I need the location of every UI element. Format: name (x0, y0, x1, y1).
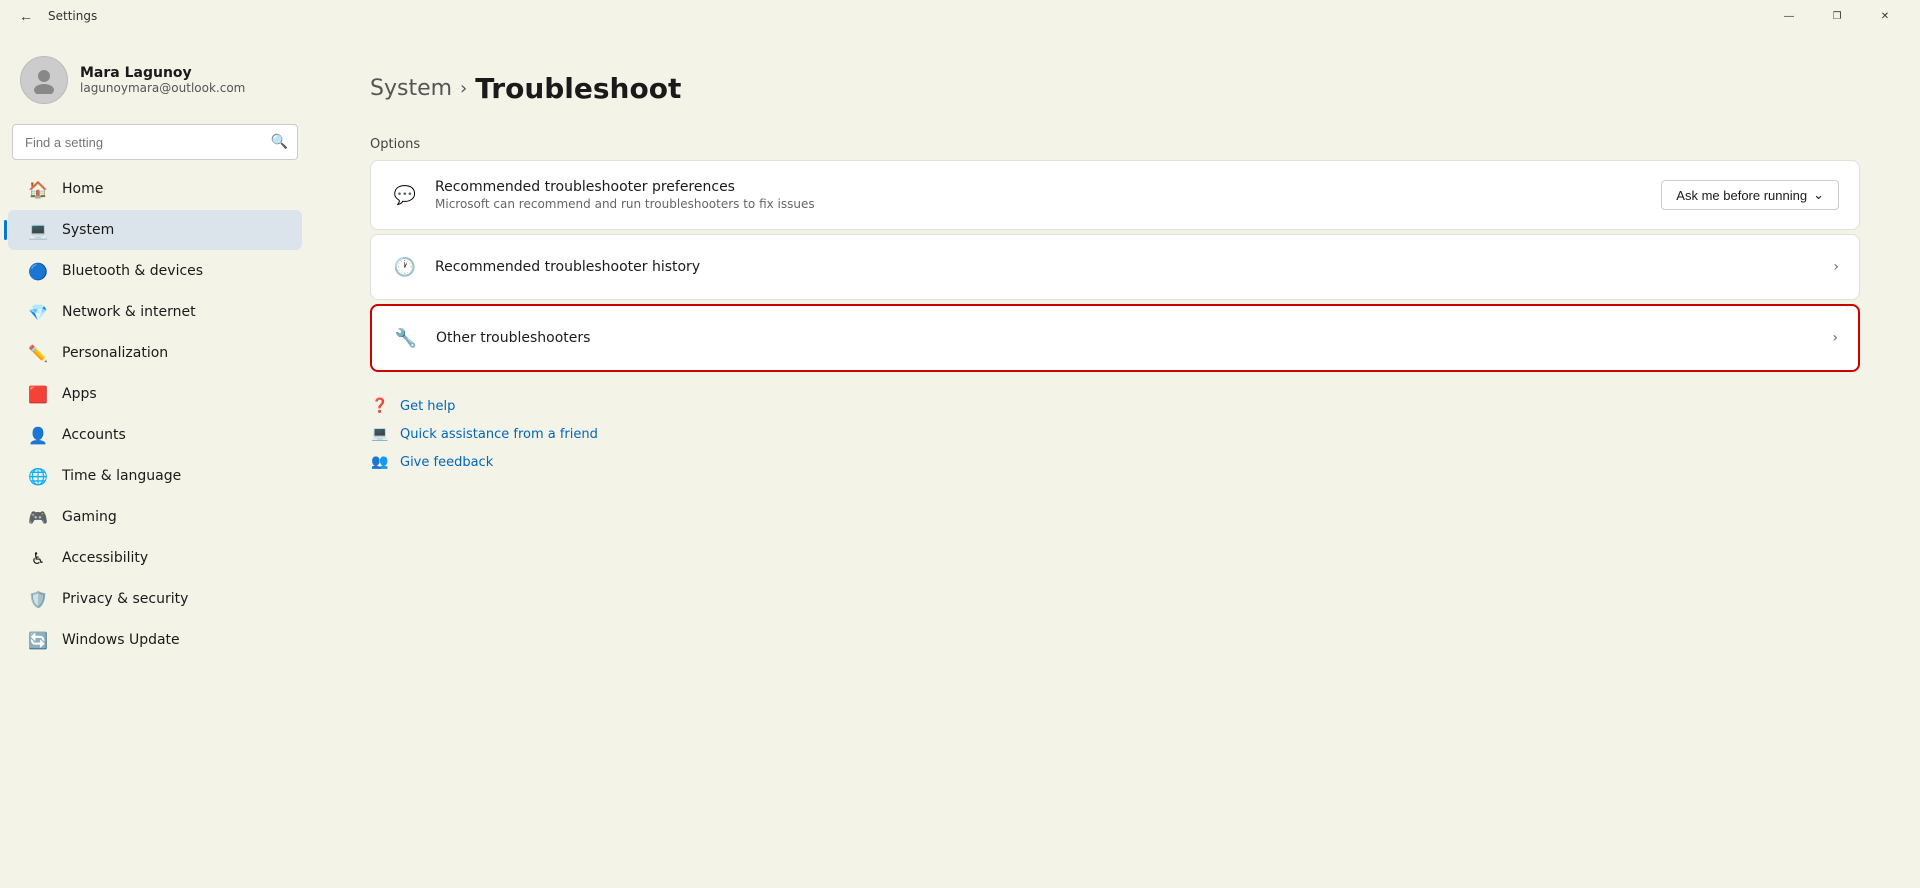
recommended-history-icon: 🕐 (391, 253, 419, 281)
section-label: Options (370, 137, 1860, 152)
option-card-recommended-prefs: 💬 Recommended troubleshooter preferences… (370, 160, 1860, 230)
breadcrumb-separator: › (460, 78, 467, 99)
help-link-quick-assistance[interactable]: 💻 Quick assistance from a friend (370, 424, 1860, 444)
get-help-icon: ❓ (370, 396, 390, 416)
minimize-button[interactable]: — (1766, 0, 1812, 32)
accounts-icon: 👤 (28, 425, 48, 445)
chevron-down-icon: ⌄ (1813, 187, 1824, 203)
sidebar-item-label: Network & internet (62, 304, 196, 320)
card-row-other-troubleshooters[interactable]: 🔧 Other troubleshooters › (372, 306, 1858, 370)
system-icon: 💻 (28, 220, 48, 240)
option-card-recommended-history: 🕐 Recommended troubleshooter history › (370, 234, 1860, 300)
search-input[interactable] (12, 124, 298, 160)
option-card-other-troubleshooters: 🔧 Other troubleshooters › (370, 304, 1860, 372)
give-feedback-icon: 👥 (370, 452, 390, 472)
card-action-other-troubleshooters: › (1832, 330, 1838, 346)
sidebar-item-accounts[interactable]: 👤 Accounts (8, 415, 302, 455)
sidebar-item-apps[interactable]: 🟥 Apps (8, 374, 302, 414)
update-icon: 🔄 (28, 630, 48, 650)
user-name: Mara Lagunoy (80, 65, 245, 81)
card-title-other-troubleshooters: Other troubleshooters (436, 330, 1816, 346)
sidebar-item-label: Privacy & security (62, 591, 188, 607)
card-row-recommended-history[interactable]: 🕐 Recommended troubleshooter history › (371, 235, 1859, 299)
chevron-right-icon: › (1832, 330, 1838, 346)
breadcrumb-parent: System (370, 76, 452, 101)
sidebar-item-label: Apps (62, 386, 97, 402)
chevron-right-icon: › (1833, 259, 1839, 275)
card-row-recommended-prefs[interactable]: 💬 Recommended troubleshooter preferences… (371, 161, 1859, 229)
home-icon: 🏠 (28, 179, 48, 199)
user-email: lagunoymara@outlook.com (80, 81, 245, 95)
options-list: 💬 Recommended troubleshooter preferences… (370, 160, 1860, 372)
accessibility-icon: ♿ (28, 548, 48, 568)
bluetooth-icon: 🔵 (28, 261, 48, 281)
card-subtitle-recommended-prefs: Microsoft can recommend and run troubles… (435, 197, 1645, 211)
titlebar-controls: — ❐ ✕ (1766, 0, 1908, 32)
card-text-other-troubleshooters: Other troubleshooters (436, 330, 1816, 346)
sidebar-item-privacy[interactable]: 🛡️ Privacy & security (8, 579, 302, 619)
recommended-prefs-icon: 💬 (391, 181, 419, 209)
quick-assistance-label: Quick assistance from a friend (400, 427, 598, 442)
sidebar-item-label: Windows Update (62, 632, 180, 648)
help-links: ❓ Get help 💻 Quick assistance from a fri… (370, 396, 1860, 472)
sidebar-item-label: Personalization (62, 345, 168, 361)
quick-assistance-icon: 💻 (370, 424, 390, 444)
sidebar-item-label: System (62, 222, 114, 238)
main-content: System › Troubleshoot Options 💬 Recommen… (310, 32, 1920, 888)
app-title: Settings (48, 9, 97, 23)
card-text-recommended-history: Recommended troubleshooter history (435, 259, 1817, 275)
app-body: Mara Lagunoy lagunoymara@outlook.com 🔍 🏠… (0, 32, 1920, 888)
sidebar-item-label: Bluetooth & devices (62, 263, 203, 279)
sidebar-item-label: Time & language (62, 468, 181, 484)
user-info: Mara Lagunoy lagunoymara@outlook.com (80, 65, 245, 95)
close-button[interactable]: ✕ (1862, 0, 1908, 32)
dropdown-label: Ask me before running (1676, 188, 1807, 203)
nav-list: 🏠 Home 💻 System 🔵 Bluetooth & devices 💎 … (0, 168, 310, 661)
sidebar-item-label: Gaming (62, 509, 117, 525)
breadcrumb: System › Troubleshoot (370, 72, 1860, 105)
sidebar-item-label: Accounts (62, 427, 126, 443)
card-title-recommended-prefs: Recommended troubleshooter preferences (435, 179, 1645, 195)
get-help-label: Get help (400, 399, 455, 414)
search-box: 🔍 (12, 124, 298, 160)
gaming-icon: 🎮 (28, 507, 48, 527)
sidebar-item-update[interactable]: 🔄 Windows Update (8, 620, 302, 660)
avatar (20, 56, 68, 104)
titlebar-left: ← Settings (12, 2, 1766, 30)
sidebar-item-network[interactable]: 💎 Network & internet (8, 292, 302, 332)
sidebar-item-gaming[interactable]: 🎮 Gaming (8, 497, 302, 537)
sidebar-item-system[interactable]: 💻 System (8, 210, 302, 250)
sidebar-item-time[interactable]: 🌐 Time & language (8, 456, 302, 496)
sidebar-item-personalization[interactable]: ✏️ Personalization (8, 333, 302, 373)
help-link-give-feedback[interactable]: 👥 Give feedback (370, 452, 1860, 472)
card-action-recommended-history: › (1833, 259, 1839, 275)
titlebar: ← Settings — ❐ ✕ (0, 0, 1920, 32)
sidebar-item-bluetooth[interactable]: 🔵 Bluetooth & devices (8, 251, 302, 291)
apps-icon: 🟥 (28, 384, 48, 404)
breadcrumb-current: Troubleshoot (475, 72, 681, 105)
privacy-icon: 🛡️ (28, 589, 48, 609)
other-troubleshooters-icon: 🔧 (392, 324, 420, 352)
help-link-get-help[interactable]: ❓ Get help (370, 396, 1860, 416)
restore-button[interactable]: ❐ (1814, 0, 1860, 32)
user-section: Mara Lagunoy lagunoymara@outlook.com (0, 40, 310, 124)
back-button[interactable]: ← (12, 2, 40, 30)
card-text-recommended-prefs: Recommended troubleshooter preferences M… (435, 179, 1645, 211)
card-title-recommended-history: Recommended troubleshooter history (435, 259, 1817, 275)
personalization-icon: ✏️ (28, 343, 48, 363)
give-feedback-label: Give feedback (400, 455, 493, 470)
dropdown-recommended-prefs[interactable]: Ask me before running ⌄ (1661, 180, 1839, 210)
time-icon: 🌐 (28, 466, 48, 486)
sidebar: Mara Lagunoy lagunoymara@outlook.com 🔍 🏠… (0, 32, 310, 888)
sidebar-item-accessibility[interactable]: ♿ Accessibility (8, 538, 302, 578)
sidebar-item-home[interactable]: 🏠 Home (8, 169, 302, 209)
network-icon: 💎 (28, 302, 48, 322)
sidebar-item-label: Home (62, 181, 103, 197)
sidebar-item-label: Accessibility (62, 550, 148, 566)
card-action-recommended-prefs: Ask me before running ⌄ (1661, 180, 1839, 210)
